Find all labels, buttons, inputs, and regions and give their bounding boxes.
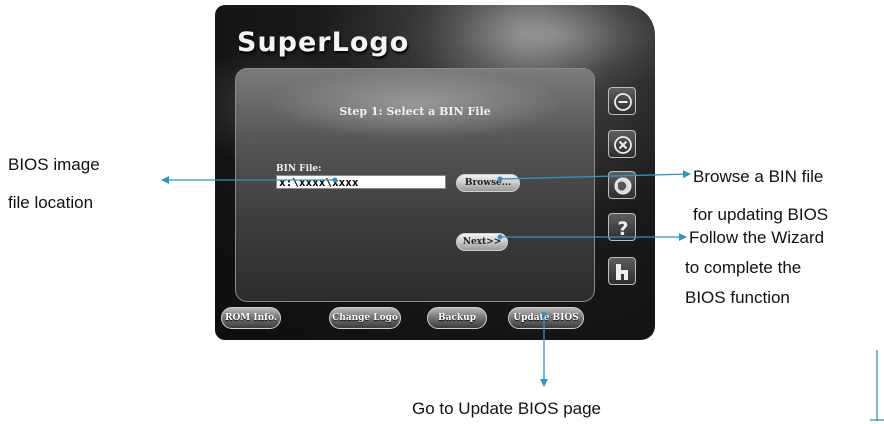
arrow-origin-dot [497,176,503,182]
arrow-browse [499,170,691,180]
arrow-origin-dot [332,177,338,183]
arrow-origin-dot [497,234,503,240]
arrow-origin-dot [541,311,547,317]
callout-arrows [161,170,884,421]
